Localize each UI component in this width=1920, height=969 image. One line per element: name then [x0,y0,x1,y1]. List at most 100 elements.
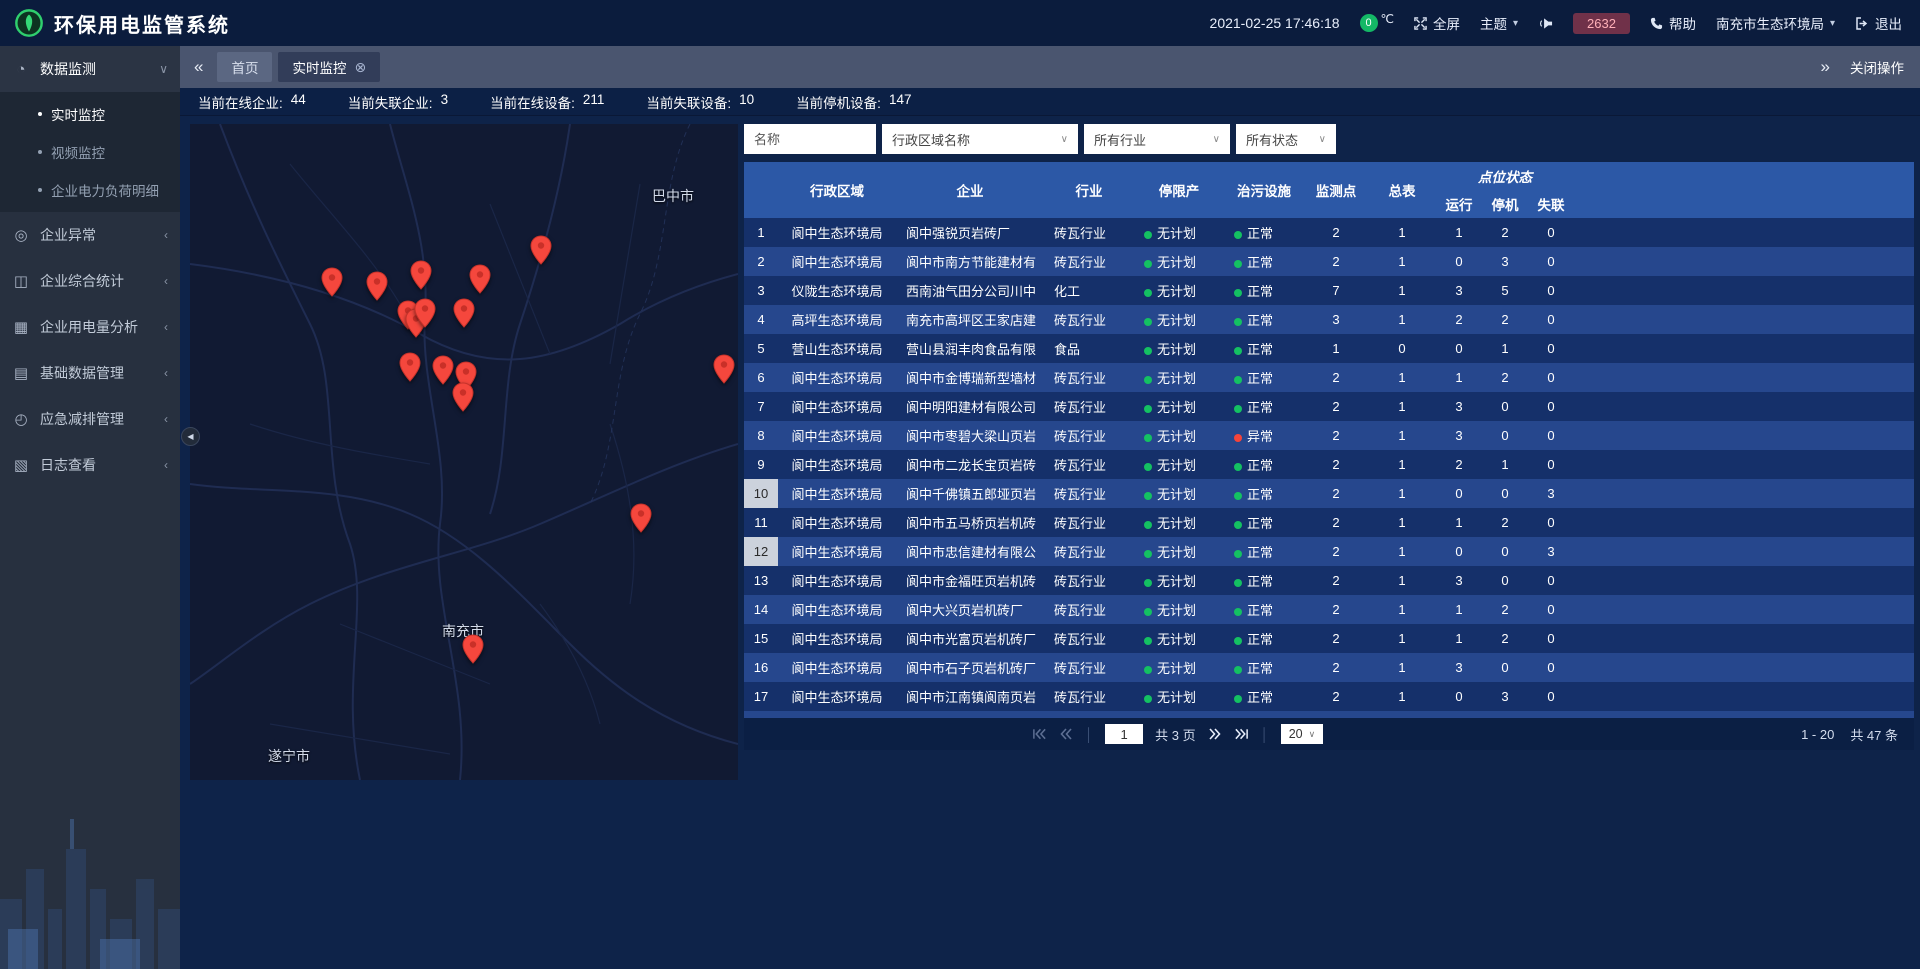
log-icon: ▧ [12,456,30,474]
prev-page-button[interactable] [1059,728,1073,740]
map-pin-icon[interactable] [462,634,484,664]
stat-value: 3 [441,92,449,112]
map-pin-icon[interactable] [530,235,552,265]
header-points: 监测点 [1304,162,1368,218]
run-cell: 1 [1436,218,1482,247]
status-dot-icon [1234,695,1242,703]
stop-status-cell: 无计划 [1134,711,1224,718]
status-dot-icon [1144,550,1152,558]
run-cell: 1 [1436,508,1482,537]
sidebar-item[interactable]: 视频监控 [0,133,180,171]
table-row[interactable]: 2阆中生态环境局阆中市南方节能建材有砖瓦行业无计划正常21030 [744,247,1914,276]
meters-cell: 1 [1368,682,1436,711]
table-row[interactable]: 6阆中生态环境局阆中市金博瑞新型墙材砖瓦行业无计划正常21120 [744,363,1914,392]
alarm-count-badge[interactable]: 2632 [1573,13,1630,34]
status-dot-icon [1234,376,1242,384]
map-panel[interactable]: 巴中市南充市遂宁市 [190,124,738,780]
content: ◀ [180,116,1920,969]
status-dot-icon [1234,637,1242,645]
tabs-scroll-right-icon[interactable]: » [1817,57,1834,77]
sidebar-group-2[interactable]: ◫企业综合统计‹ [0,258,180,304]
mute-button[interactable] [1538,17,1553,30]
map-pin-icon[interactable] [410,260,432,290]
header-lost: 失联 [1528,190,1574,218]
meters-cell: 1 [1368,363,1436,392]
table-row[interactable]: 7阆中生态环境局阆中明阳建材有限公司砖瓦行业无计划正常21300 [744,392,1914,421]
logout-label: 退出 [1875,13,1902,33]
logout-button[interactable]: 退出 [1855,13,1902,33]
sidebar-group-4[interactable]: ▤基础数据管理‹ [0,350,180,396]
company-cell: 南充市高坪区王家店建 [896,305,1044,334]
company-cell: 阆中市枣碧大梁山页岩 [896,421,1044,450]
first-page-button[interactable] [1032,728,1047,740]
sidebar-group-label: 企业用电量分析 [40,317,138,337]
tab[interactable]: 实时监控⊗ [278,52,380,82]
halt-cell: 2 [1482,508,1528,537]
table-row[interactable]: 18南部生态环境局南部县建兴页岩砖有限砖瓦行业无计划正常21030 [744,711,1914,718]
map-pin-icon[interactable] [630,503,652,533]
status-filter-select[interactable]: 所有状态 ∨ [1236,124,1336,154]
last-page-button[interactable] [1234,728,1249,740]
sidebar-group-1[interactable]: ◎企业异常‹ [0,212,180,258]
sidebar-item[interactable]: 实时监控 [0,95,180,133]
fullscreen-button[interactable]: 全屏 [1414,13,1460,33]
table-row[interactable]: 16阆中生态环境局阆中市石子页岩机砖厂砖瓦行业无计划正常21300 [744,653,1914,682]
industry-cell: 砖瓦行业 [1044,711,1134,718]
status-dot-icon [1144,289,1152,297]
close-operations-button[interactable]: 关闭操作 [1850,57,1904,77]
map-pin-icon[interactable] [453,298,475,328]
table-row[interactable]: 10阆中生态环境局阆中千佛镇五郎垭页岩砖瓦行业无计划正常21003 [744,479,1914,508]
table-row[interactable]: 5营山生态环境局营山县润丰肉食品有限食品无计划正常10010 [744,334,1914,363]
theme-dropdown[interactable]: 主题 ▾ [1480,13,1518,33]
map-pin-icon[interactable] [414,298,436,328]
table-row[interactable]: 1阆中生态环境局阆中强锐页岩砖厂砖瓦行业无计划正常21120 [744,218,1914,247]
table-row[interactable]: 15阆中生态环境局阆中市光富页岩机砖厂砖瓦行业无计划正常21120 [744,624,1914,653]
table-row[interactable]: 13阆中生态环境局阆中市金福旺页岩机砖砖瓦行业无计划正常21300 [744,566,1914,595]
sidebar-group-0[interactable]: ◔数据监测∨ [0,46,180,92]
map-pin-icon[interactable] [321,267,343,297]
chevron-down-icon: ▾ [1513,18,1518,29]
lost-cell: 0 [1528,276,1574,305]
table-row[interactable]: 8阆中生态环境局阆中市枣碧大梁山页岩砖瓦行业无计划异常21300 [744,421,1914,450]
map-pin-icon[interactable] [713,354,735,384]
region-filter-select[interactable]: 行政区域名称 ∨ [882,124,1078,154]
status-dot-icon [1234,289,1242,297]
lost-cell: 0 [1528,363,1574,392]
map-pin-icon[interactable] [399,352,421,382]
name-filter-input[interactable] [744,124,876,154]
help-button[interactable]: 帮助 [1650,13,1696,33]
table-row[interactable]: 4高坪生态环境局南充市高坪区王家店建砖瓦行业无计划正常31220 [744,305,1914,334]
sidebar-group-5[interactable]: ◴应急减排管理‹ [0,396,180,442]
index-cell: 15 [744,624,778,653]
table-row[interactable]: 11阆中生态环境局阆中市五马桥页岩机砖砖瓦行业无计划正常21120 [744,508,1914,537]
map-collapse-button[interactable]: ◀ [181,427,200,446]
map-pin-icon[interactable] [366,271,388,301]
org-dropdown[interactable]: 南充市生态环境局 ▾ [1716,13,1835,33]
filler-cell [1574,682,1914,711]
company-cell: 阆中市二龙长宝页岩砖 [896,450,1044,479]
tabs-scroll-left-icon[interactable]: « [190,57,207,77]
map-pin-icon[interactable] [452,382,474,412]
table-row[interactable]: 12阆中生态环境局阆中市忠信建材有限公砖瓦行业无计划正常21003 [744,537,1914,566]
filler-cell [1574,653,1914,682]
table-row[interactable]: 3仪陇生态环境局西南油气田分公司川中化工无计划正常71350 [744,276,1914,305]
brand: 环保用电监管系统 [14,8,230,38]
sidebar-group-3[interactable]: ▦企业用电量分析‹ [0,304,180,350]
close-tab-icon[interactable]: ⊗ [354,60,366,74]
sidebar-group-6[interactable]: ▧日志查看‹ [0,442,180,488]
map-pin-icon[interactable] [469,264,491,294]
run-cell: 0 [1436,334,1482,363]
industry-cell: 砖瓦行业 [1044,595,1134,624]
table-row[interactable]: 9阆中生态环境局阆中市二龙长宝页岩砖砖瓦行业无计划正常21210 [744,450,1914,479]
map-pin-icon[interactable] [432,355,454,385]
industry-filter-select[interactable]: 所有行业 ∨ [1084,124,1230,154]
tab[interactable]: 首页 [217,52,272,82]
next-page-button[interactable] [1208,728,1222,740]
page-number-input[interactable] [1105,724,1143,744]
run-cell: 1 [1436,363,1482,392]
table-row[interactable]: 17阆中生态环境局阆中市江南镇阆南页岩砖瓦行业无计划正常21030 [744,682,1914,711]
table-row[interactable]: 14阆中生态环境局阆中大兴页岩机砖厂砖瓦行业无计划正常21120 [744,595,1914,624]
region-cell: 阆中生态环境局 [778,682,896,711]
sidebar-item[interactable]: 企业电力负荷明细 [0,171,180,209]
page-size-select[interactable]: 20 ∨ [1281,724,1324,744]
